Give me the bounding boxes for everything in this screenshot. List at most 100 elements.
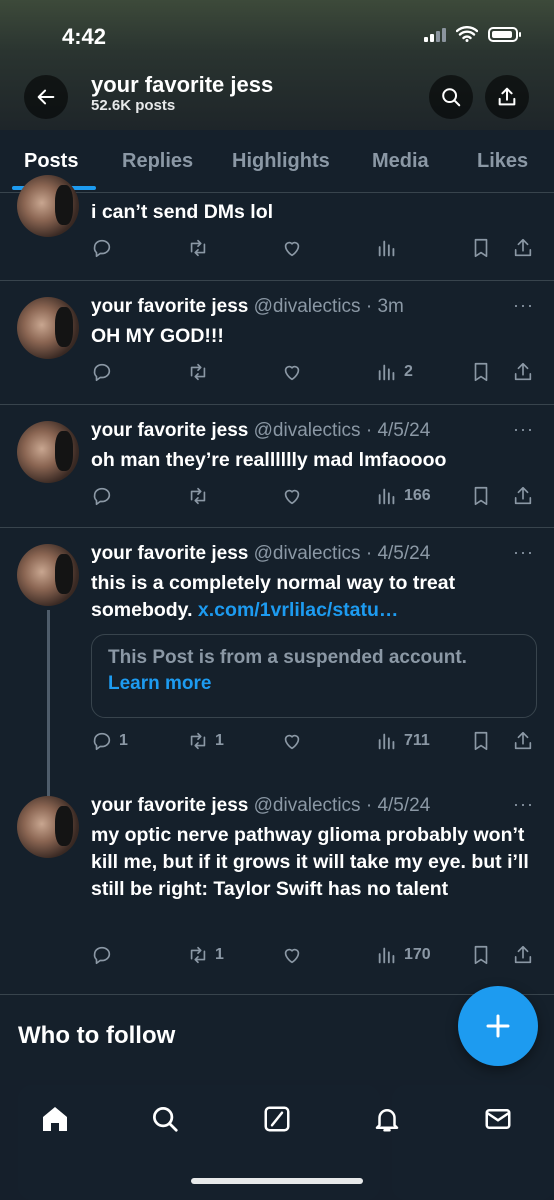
author-name[interactable]: your favorite jess <box>91 795 248 816</box>
post[interactable]: i can’t send DMs lol <box>0 175 554 281</box>
views-icon <box>376 944 398 966</box>
search-button[interactable] <box>429 75 473 119</box>
avatar[interactable] <box>17 421 79 483</box>
search-icon <box>153 1107 178 1132</box>
more-options-button[interactable]: ··· <box>513 794 534 815</box>
share-button[interactable] <box>512 237 534 259</box>
repost-icon <box>187 485 209 507</box>
reply-icon <box>91 730 113 752</box>
post-text: this is a completely normal way to treat… <box>91 570 531 624</box>
share-button[interactable] <box>512 730 534 752</box>
reply-icon <box>91 237 113 259</box>
author-handle-time: @divalectics · 4/5/24 <box>253 543 431 564</box>
reply-button[interactable] <box>91 944 113 966</box>
repost-button[interactable] <box>187 237 209 259</box>
more-options-button[interactable]: ··· <box>513 419 534 440</box>
tab-posts[interactable]: Posts <box>24 150 78 173</box>
views-button[interactable]: 711 <box>376 730 430 752</box>
views-count: 170 <box>404 946 431 963</box>
reply-count: 1 <box>119 732 128 749</box>
like-button[interactable] <box>281 237 303 259</box>
repost-icon <box>187 944 209 966</box>
like-button[interactable] <box>281 485 303 507</box>
repost-icon <box>187 237 209 259</box>
post-link[interactable]: x.com/1vrlilac/statu… <box>198 599 399 621</box>
avatar[interactable] <box>17 175 79 237</box>
author-name[interactable]: your favorite jess <box>91 420 248 441</box>
more-options-button[interactable]: ··· <box>513 295 534 316</box>
reply-icon <box>91 944 113 966</box>
learn-more-link[interactable]: Learn more <box>108 673 520 695</box>
compose-post-button[interactable] <box>458 986 538 1066</box>
like-icon <box>281 485 303 507</box>
repost-button[interactable]: 1 <box>187 944 224 966</box>
repost-button[interactable]: 1 <box>187 730 224 752</box>
share-icon <box>512 237 534 259</box>
nav-search[interactable] <box>148 1102 182 1136</box>
signal-icon <box>424 26 446 42</box>
avatar[interactable] <box>17 796 79 858</box>
bookmark-icon <box>470 237 492 259</box>
post-text: oh man they’re realllllly mad lmfaoooo <box>91 449 447 471</box>
nav-grok[interactable] <box>260 1102 294 1136</box>
bookmark-button[interactable] <box>470 944 492 966</box>
reply-button[interactable]: 1 <box>91 730 128 752</box>
like-button[interactable] <box>281 730 303 752</box>
tab-likes[interactable]: Likes <box>477 150 528 173</box>
like-button[interactable] <box>281 944 303 966</box>
status-icons <box>424 26 521 42</box>
bookmark-button[interactable] <box>470 730 492 752</box>
suspended-notice: This Post is from a suspended account. <box>108 647 467 668</box>
status-time: 4:42 <box>62 24 107 49</box>
share-button[interactable] <box>512 944 534 966</box>
nav-notifications[interactable] <box>370 1102 404 1136</box>
share-icon <box>512 485 534 507</box>
quoted-post[interactable]: This Post is from a suspended account. L… <box>91 634 537 718</box>
author-name[interactable]: your favorite jess <box>91 543 248 564</box>
repost-icon <box>187 730 209 752</box>
like-button[interactable] <box>281 361 303 383</box>
share-button[interactable] <box>512 361 534 383</box>
reply-button[interactable] <box>91 361 113 383</box>
reply-icon <box>91 485 113 507</box>
post[interactable]: your favorite jess @divalectics · 4/5/24… <box>0 528 554 800</box>
plus-icon <box>486 1014 510 1038</box>
avatar[interactable] <box>17 297 79 359</box>
tab-highlights[interactable]: Highlights <box>232 150 330 173</box>
post[interactable]: your favorite jess @divalectics · 4/5/24… <box>0 780 554 995</box>
bell-icon <box>375 1109 399 1132</box>
wifi-icon <box>456 26 478 42</box>
share-profile-button[interactable] <box>485 75 529 119</box>
post[interactable]: your favorite jess @divalectics · 3m ···… <box>0 281 554 405</box>
post[interactable]: your favorite jess @divalectics · 4/5/24… <box>0 405 554 528</box>
share-button[interactable] <box>512 485 534 507</box>
bookmark-icon <box>470 361 492 383</box>
bookmark-button[interactable] <box>470 237 492 259</box>
avatar[interactable] <box>17 544 79 606</box>
views-button[interactable] <box>376 237 398 259</box>
nav-home[interactable] <box>38 1102 72 1136</box>
tab-media[interactable]: Media <box>372 150 429 173</box>
bookmark-button[interactable] <box>470 361 492 383</box>
search-icon <box>442 88 461 107</box>
views-button[interactable]: 166 <box>376 485 431 507</box>
views-button[interactable]: 2 <box>376 361 413 383</box>
views-icon <box>376 361 398 383</box>
author-name[interactable]: your favorite jess <box>91 296 248 317</box>
views-button[interactable]: 170 <box>376 944 431 966</box>
repost-button[interactable] <box>187 485 209 507</box>
repost-icon <box>187 361 209 383</box>
share-icon <box>512 361 534 383</box>
post-text: i can’t send DMs lol <box>91 201 274 223</box>
profile-tabs: Posts Replies Highlights Media Likes <box>0 130 554 193</box>
repost-button[interactable] <box>187 361 209 383</box>
bookmark-button[interactable] <box>470 485 492 507</box>
who-to-follow-heading: Who to follow <box>18 1022 176 1049</box>
more-options-button[interactable]: ··· <box>513 542 534 563</box>
nav-messages[interactable] <box>481 1102 515 1136</box>
back-button[interactable] <box>24 75 68 119</box>
tab-replies[interactable]: Replies <box>122 150 193 173</box>
reply-button[interactable] <box>91 237 113 259</box>
reply-button[interactable] <box>91 485 113 507</box>
author-handle-time: @divalectics · 4/5/24 <box>253 795 431 816</box>
